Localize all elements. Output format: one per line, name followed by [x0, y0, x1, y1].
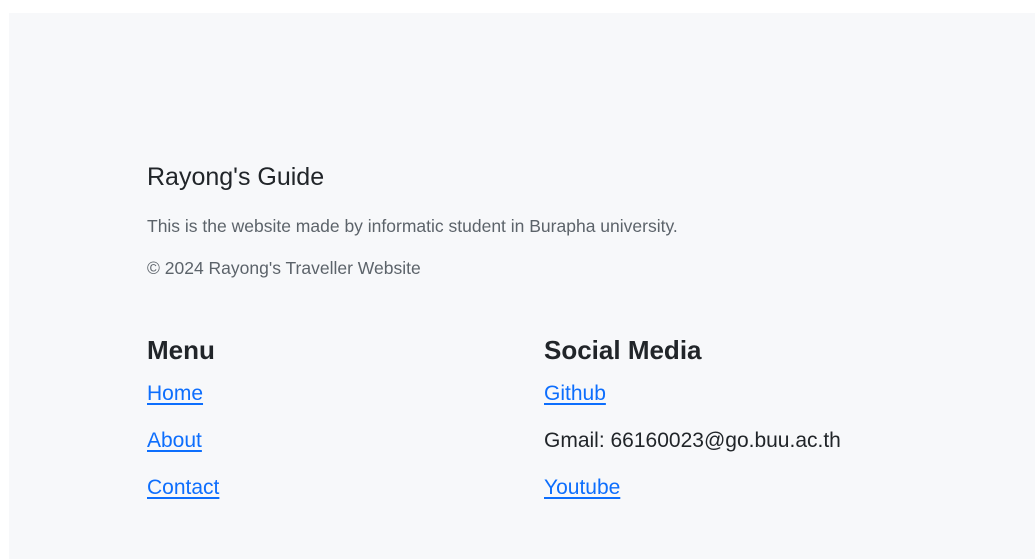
social-list-item: Gmail: 66160023@go.buu.ac.th [544, 417, 841, 464]
footer-brand-title: Rayong's Guide [147, 163, 325, 191]
menu-column: Menu Home About Contact [147, 333, 219, 511]
footer-copyright: © 2024 Rayong's Traveller Website [147, 258, 421, 278]
menu-list: Home About Contact [147, 370, 219, 511]
social-column: Social Media Github Gmail: 66160023@go.b… [544, 333, 841, 511]
menu-link-home[interactable]: Home [147, 382, 203, 405]
menu-link-about[interactable]: About [147, 429, 202, 452]
footer-description: This is the website made by informatic s… [147, 216, 678, 236]
menu-list-item: Home [147, 370, 219, 417]
menu-list-item: Contact [147, 464, 219, 511]
menu-list-item: About [147, 417, 219, 464]
social-link-github[interactable]: Github [544, 382, 606, 405]
social-heading: Social Media [544, 335, 702, 365]
menu-heading: Menu [147, 335, 215, 365]
social-list: Github Gmail: 66160023@go.buu.ac.th Yout… [544, 370, 841, 511]
gmail-contact-text: Gmail: 66160023@go.buu.ac.th [544, 429, 841, 452]
social-list-item: Youtube [544, 464, 841, 511]
menu-link-contact[interactable]: Contact [147, 476, 219, 499]
site-footer: Rayong's Guide This is the website made … [9, 13, 1035, 559]
social-link-youtube[interactable]: Youtube [544, 476, 620, 499]
social-list-item: Github [544, 370, 841, 417]
